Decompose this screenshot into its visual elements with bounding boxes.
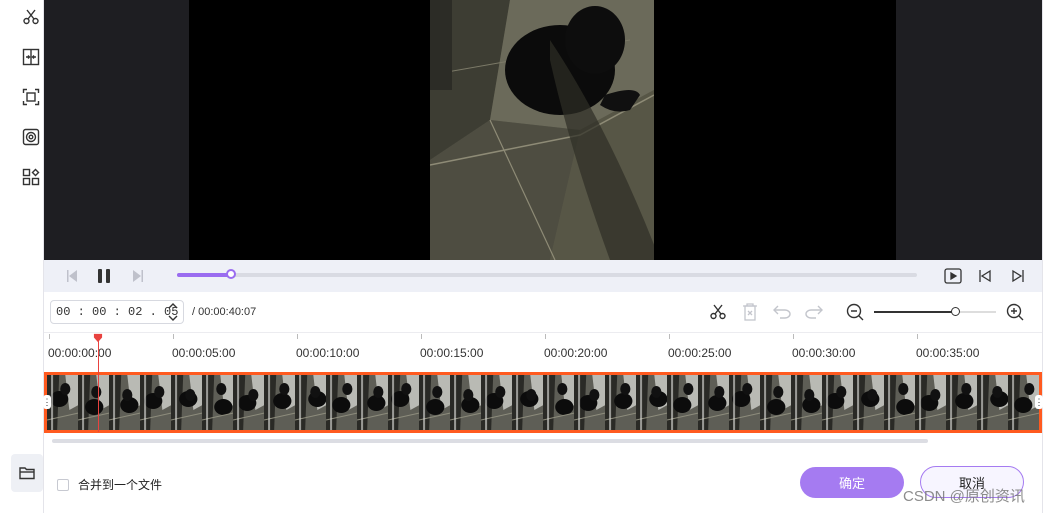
filmstrip-frame — [667, 375, 699, 430]
filmstrip-clip[interactable] — [44, 372, 1042, 433]
zoom-out-icon[interactable] — [845, 302, 865, 322]
filmstrip-frame — [233, 375, 265, 430]
video-image — [430, 0, 654, 260]
filmstrip-frame — [326, 375, 358, 430]
trim-handle-right[interactable]: ⋮ — [1035, 395, 1044, 409]
ruler-label: 00:00:15:00 — [420, 346, 484, 360]
right-gutter — [1042, 0, 1056, 513]
video-frame — [189, 0, 896, 260]
video-preview — [44, 0, 1042, 260]
ruler-tick — [421, 334, 422, 339]
progress-fill — [177, 273, 232, 277]
target-icon[interactable] — [20, 126, 42, 148]
timecode-value[interactable]: 00 : 00 : 02 . 05 — [56, 305, 178, 319]
chevron-up-icon[interactable] — [168, 302, 178, 309]
ruler-label: 00:00:20:00 — [544, 346, 608, 360]
filmstrip-frame — [481, 375, 513, 430]
filmstrip-frame — [543, 375, 575, 430]
filmstrip-frame — [605, 375, 637, 430]
filmstrip-frame — [202, 375, 234, 430]
filmstrip-frame — [636, 375, 668, 430]
undo-icon[interactable] — [772, 302, 792, 322]
filmstrip-frame — [822, 375, 854, 430]
ruler-tick — [297, 334, 298, 339]
filmstrip-frame — [388, 375, 420, 430]
merge-checkbox[interactable] — [57, 478, 69, 491]
filmstrip-frame — [853, 375, 885, 430]
zoom-fill — [874, 311, 955, 313]
filmstrip-frame — [140, 375, 172, 430]
trim-handle-left[interactable]: ⋮ — [43, 395, 52, 409]
filmstrip-frame — [47, 375, 79, 430]
edit-toolbar: 00 : 00 : 02 . 05 / 00:00:40:07 — [44, 292, 1042, 332]
total-duration: / 00:00:40:07 — [192, 306, 257, 318]
tool-sidebar — [0, 0, 44, 513]
timeline-scrollbar[interactable] — [52, 439, 928, 443]
filmstrip-frame — [78, 375, 110, 430]
playback-bar — [44, 260, 1042, 292]
filmstrip-frame — [357, 375, 389, 430]
delete-icon[interactable] — [740, 302, 760, 322]
ruler-tick — [917, 334, 918, 339]
filmstrip-frame — [915, 375, 947, 430]
playhead-line[interactable] — [98, 340, 99, 432]
filmstrip-frame — [946, 375, 978, 430]
filmstrip-frame — [884, 375, 916, 430]
zoom-in-icon[interactable] — [1005, 302, 1025, 322]
filmstrip-frame — [574, 375, 606, 430]
crop-icon[interactable] — [20, 86, 42, 108]
redo-icon[interactable] — [804, 302, 824, 322]
next-frame-icon[interactable] — [128, 267, 146, 285]
timeline-ruler[interactable]: 00:00:00:00 00:00:05:00 00:00:10:00 00:0… — [44, 332, 1042, 372]
ruler-label: 00:00:25:00 — [668, 346, 732, 360]
folder-icon[interactable] — [11, 454, 43, 492]
prev-frame-icon[interactable] — [64, 267, 82, 285]
filmstrip-frame — [295, 375, 327, 430]
filmstrip-frame — [109, 375, 141, 430]
mark-in-icon[interactable] — [976, 267, 994, 285]
pause-icon[interactable] — [95, 267, 113, 285]
mark-out-icon[interactable] — [1009, 267, 1027, 285]
split-icon[interactable] — [20, 46, 42, 68]
ruler-label: 00:00:05:00 — [172, 346, 236, 360]
filmstrip-frame — [419, 375, 451, 430]
filmstrip-frame — [171, 375, 203, 430]
filmstrip-frame — [698, 375, 730, 430]
ruler-tick — [793, 334, 794, 339]
ruler-tick — [49, 334, 50, 339]
ok-button[interactable]: 确定 — [800, 467, 904, 498]
cut-icon[interactable] — [708, 302, 728, 322]
more-apps-icon[interactable] — [20, 166, 42, 188]
ruler-label: 00:00:00:00 — [48, 346, 112, 360]
playback-progress[interactable] — [177, 269, 917, 279]
timecode-stepper[interactable] — [167, 302, 179, 322]
filmstrip-frame — [450, 375, 482, 430]
ruler-tick — [669, 334, 670, 339]
watermark: CSDN @原创资讯 — [903, 488, 1025, 505]
filmstrip-frame — [729, 375, 761, 430]
ruler-tick — [173, 334, 174, 339]
timecode-field[interactable]: 00 : 00 : 02 . 05 — [50, 300, 184, 324]
filmstrip-frame — [760, 375, 792, 430]
filmstrip-frame — [791, 375, 823, 430]
merge-option[interactable]: 合并到一个文件 — [57, 476, 162, 493]
progress-knob[interactable] — [226, 269, 237, 279]
chevron-down-icon[interactable] — [168, 315, 178, 322]
filmstrip-frame — [512, 375, 544, 430]
preview-play-icon[interactable] — [944, 267, 962, 285]
ruler-label: 00:00:30:00 — [792, 346, 856, 360]
filmstrip-frame — [264, 375, 296, 430]
merge-label: 合并到一个文件 — [78, 478, 163, 492]
ruler-label: 00:00:35:00 — [916, 346, 980, 360]
scissors-icon[interactable] — [20, 6, 42, 28]
ruler-label: 00:00:10:00 — [296, 346, 360, 360]
video-trim-dialog: 00 : 00 : 02 . 05 / 00:00:40:07 00:00:00… — [0, 0, 1056, 513]
filmstrip-frame — [977, 375, 1009, 430]
zoom-knob[interactable] — [950, 307, 960, 316]
zoom-slider[interactable] — [874, 307, 996, 316]
ruler-tick — [545, 334, 546, 339]
